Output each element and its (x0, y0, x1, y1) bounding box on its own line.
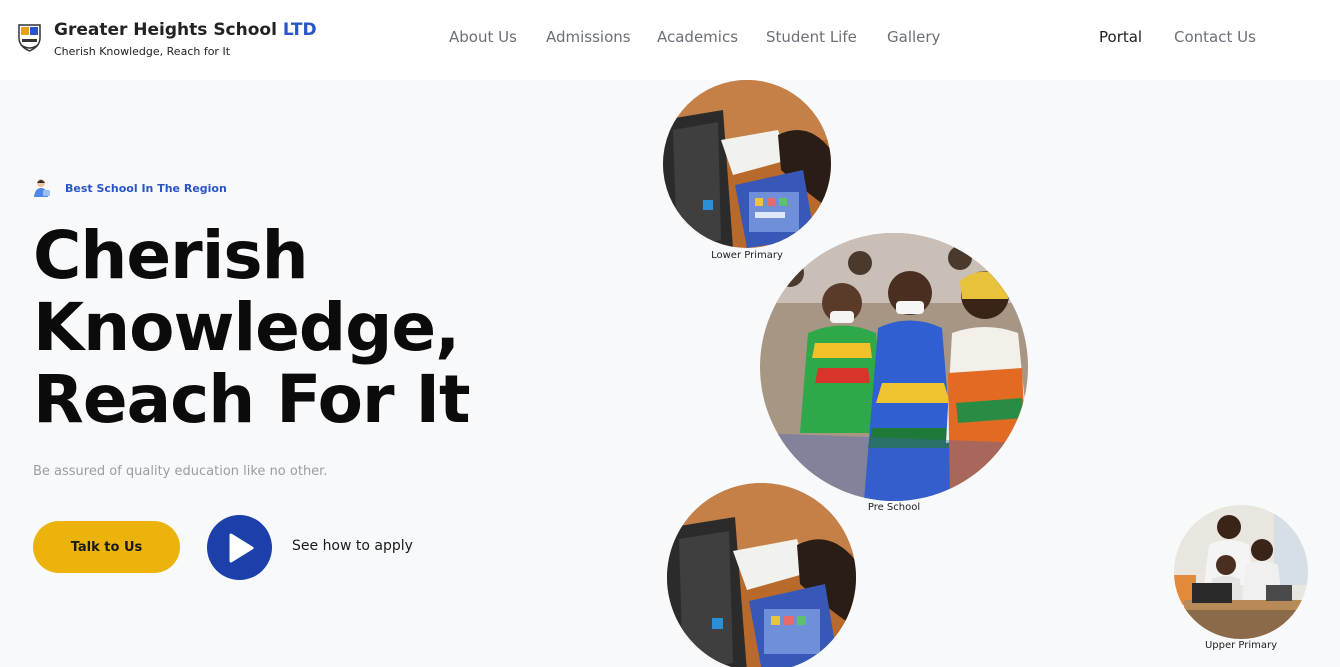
upper-primary-photo[interactable] (1174, 505, 1308, 639)
play-icon (229, 533, 254, 563)
tablet-classroom-image (667, 483, 856, 667)
hero-title: Cherish Knowledge, Reach For It (33, 220, 553, 436)
site-header: Greater Heights School LTD Cherish Knowl… (0, 0, 1340, 80)
tablet-classroom-image (663, 80, 831, 248)
badge-text: Best School In The Region (65, 181, 227, 195)
pre-school-caption: Pre School (867, 502, 921, 513)
upper-primary-caption: Upper Primary (1204, 640, 1278, 651)
talk-to-us-button[interactable]: Talk to Us (33, 521, 180, 573)
nav-gallery[interactable]: Gallery (887, 28, 940, 46)
see-how-to-apply-link[interactable]: See how to apply (292, 538, 413, 554)
nav-student-life[interactable]: Student Life (766, 28, 857, 46)
lower-primary-caption: Lower Primary (711, 250, 783, 261)
play-video-button[interactable] (207, 515, 272, 580)
lower-primary-photo[interactable] (663, 80, 831, 248)
brand-name-text: Greater Heights School (54, 20, 277, 40)
children-in-kente-image (760, 233, 1028, 501)
student-icon (33, 178, 51, 198)
hero-badge: Best School In The Region (33, 178, 227, 198)
tablet-photo-bottom[interactable] (667, 483, 856, 667)
nav-portal[interactable]: Portal (1099, 28, 1142, 46)
hero-title-line-1: Cherish (33, 217, 309, 294)
school-crest-icon[interactable] (17, 23, 42, 52)
pre-school-photo[interactable] (760, 233, 1028, 501)
brand-suffix: LTD (282, 20, 317, 40)
nav-academics[interactable]: Academics (657, 28, 738, 46)
hero-subtitle: Be assured of quality education like no … (33, 464, 328, 479)
nav-contact-us[interactable]: Contact Us (1174, 28, 1256, 46)
hero-title-line-3: Reach For It (33, 361, 471, 438)
brand-tagline: Cherish Knowledge, Reach for It (54, 45, 231, 58)
students-laptop-image (1174, 505, 1308, 639)
nav-admissions[interactable]: Admissions (546, 28, 631, 46)
brand-name[interactable]: Greater Heights School LTD (54, 20, 317, 40)
hero-title-line-2: Knowledge, (33, 289, 460, 366)
nav-about-us[interactable]: About Us (449, 28, 517, 46)
